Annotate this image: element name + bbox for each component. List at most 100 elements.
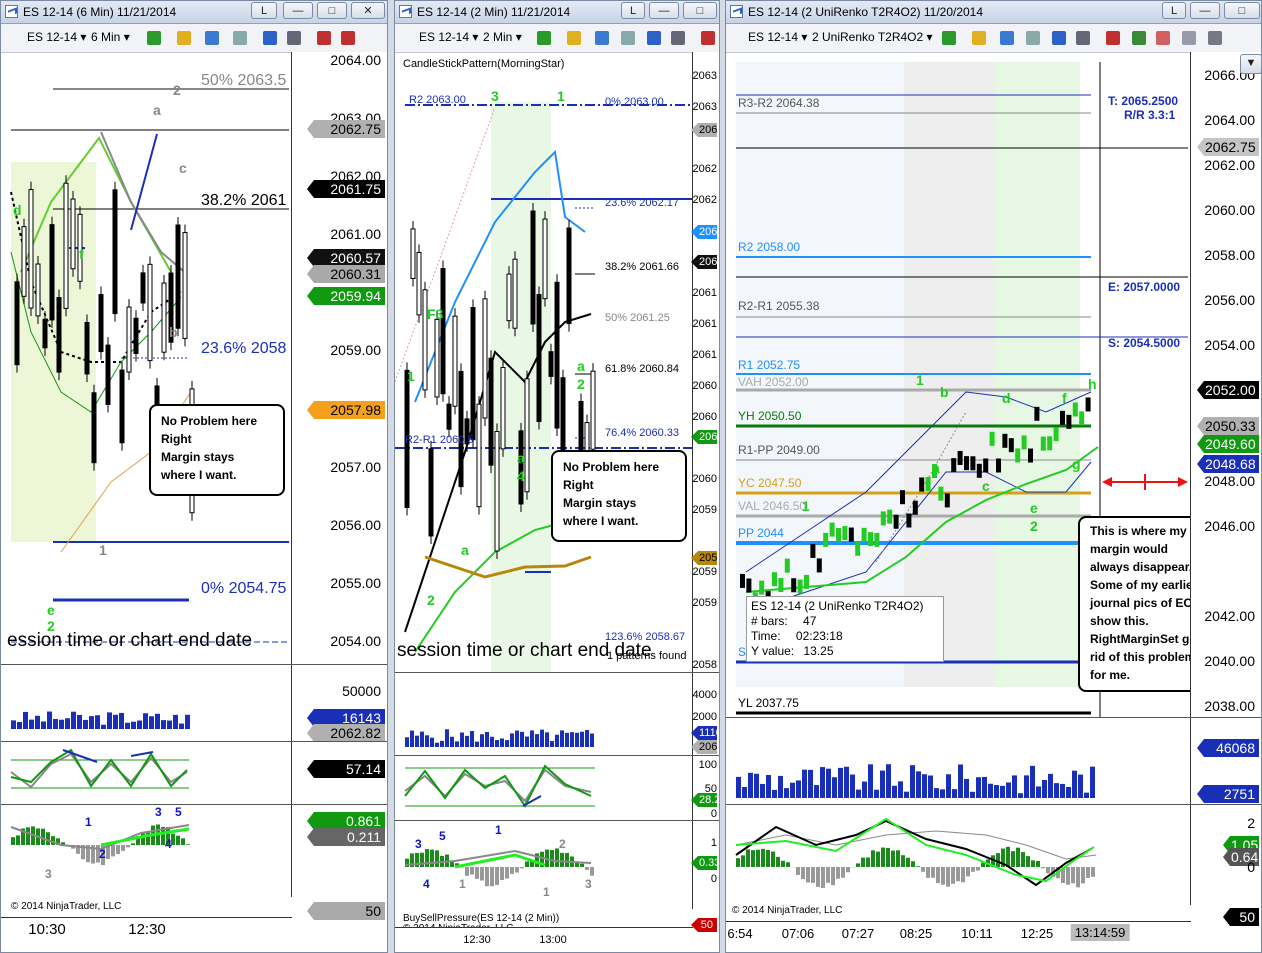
- time-axis[interactable]: 12:30 13:00: [395, 927, 693, 952]
- screenshot-icon[interactable]: [1208, 31, 1222, 45]
- scroll-down-button[interactable]: ▼: [1240, 54, 1261, 74]
- candle-body: [91, 392, 97, 464]
- macd-bar: [1031, 860, 1035, 867]
- minimize-button[interactable]: —: [283, 2, 313, 19]
- window-titlebar[interactable]: ES 12-14 (6 Min) 11/21/2014 L — □ ✕: [1, 1, 387, 24]
- interval-select[interactable]: 2 UniRenko T2R4O2 ▾: [812, 30, 933, 44]
- bar-type-icon[interactable]: [942, 31, 956, 45]
- search-icon[interactable]: [1076, 31, 1090, 45]
- instrument-select[interactable]: ES 12-14 ▾: [419, 30, 478, 44]
- renko-bar: [919, 477, 925, 492]
- zoom-icon[interactable]: [1026, 31, 1040, 45]
- chevron-down-icon: ▾: [926, 30, 933, 44]
- properties-icon[interactable]: [647, 31, 661, 45]
- crosshair-icon[interactable]: [1000, 31, 1014, 45]
- close-button[interactable]: ✕: [351, 2, 385, 19]
- macd-bar: [1066, 867, 1070, 885]
- interval-select[interactable]: 6 Min ▾: [91, 30, 130, 44]
- renko-bar: [964, 456, 969, 471]
- price-axis[interactable]: 2063 2063 2062 2062 2061 2061 2061 2060 …: [691, 52, 719, 672]
- price-axis[interactable]: 2066.00 2064.00 2062.00 2060.00 2058.00 …: [1190, 52, 1261, 717]
- axis-tick: 0: [1247, 859, 1255, 875]
- candle-body: [512, 258, 518, 329]
- maximize-button[interactable]: □: [1224, 2, 1260, 19]
- instrument-select[interactable]: ES 12-14 ▾: [748, 30, 807, 44]
- strategy-icon[interactable]: [1132, 31, 1146, 45]
- price-axis[interactable]: 2064.00 2063.00 2062.00 2061.00 2059.00 …: [291, 52, 387, 664]
- zoom-icon[interactable]: [621, 31, 635, 45]
- indicators-icon[interactable]: [1106, 31, 1120, 45]
- fib-label: 50% 2061.25: [605, 312, 670, 324]
- bar-type-icon[interactable]: [147, 31, 161, 45]
- pencil-icon[interactable]: [177, 31, 191, 45]
- candle-body: [161, 282, 167, 353]
- window-titlebar[interactable]: ES 12-14 (2 UniRenko T2R4O2) 11/20/2014 …: [726, 1, 1261, 24]
- macd-label: 4: [165, 837, 172, 851]
- macd-bar: [956, 867, 960, 882]
- price-panel[interactable]: R3-R2 2064.38 R2 2058.00 R2-R1 2055.38 R…: [726, 52, 1261, 717]
- macd-panel[interactable]: 1 2 3 4 5 3 0.861 0.211 50 © 2014 NinjaT…: [1, 805, 387, 920]
- wave-label: d: [1002, 390, 1011, 406]
- volume-panel[interactable]: 50000 16143 2062.82: [1, 665, 387, 742]
- pencil-icon[interactable]: [972, 31, 986, 45]
- link-button[interactable]: L: [1162, 2, 1186, 19]
- wave-label: h: [1088, 376, 1097, 392]
- time-axis[interactable]: 10:30 12:30: [1, 917, 292, 952]
- level-label: YC 2047.50: [738, 476, 802, 490]
- bar: [940, 789, 945, 798]
- stochastic-panel[interactable]: 100 50 28.2 0: [395, 756, 719, 820]
- minimize-button[interactable]: —: [649, 2, 679, 19]
- price-panel[interactable]: 50% 2063.5 38.2% 2061 23.6% 2058 0% 2054…: [1, 52, 387, 664]
- chart-style-icon[interactable]: [1156, 31, 1170, 45]
- bar: [83, 719, 88, 729]
- link-button[interactable]: L: [251, 2, 277, 19]
- minimize-button[interactable]: —: [1190, 2, 1220, 19]
- instrument-select[interactable]: ES 12-14 ▾: [27, 30, 86, 44]
- renko-bar: [1066, 414, 1072, 429]
- bar: [874, 789, 879, 798]
- chart-window-6min[interactable]: ES 12-14 (6 Min) 11/21/2014 L — □ ✕ ES 1…: [0, 0, 388, 953]
- bar: [440, 740, 444, 747]
- pencil-icon[interactable]: [567, 31, 581, 45]
- properties-icon[interactable]: [263, 31, 277, 45]
- crosshair-icon[interactable]: [595, 31, 609, 45]
- zoom-icon[interactable]: [233, 31, 247, 45]
- bar: [760, 783, 765, 798]
- macd-bar: [961, 867, 965, 883]
- window-titlebar[interactable]: ES 12-14 (2 Min) 11/21/2014 L — □: [395, 1, 719, 24]
- macd-panel[interactable]: 3 5 1 2 4 1 1 3 1 0.33 0 50 BuySellPress…: [395, 821, 719, 934]
- candle-body: [35, 263, 41, 317]
- bar: [77, 714, 82, 729]
- bar: [71, 711, 76, 729]
- bar: [525, 736, 529, 747]
- maximize-button[interactable]: □: [683, 2, 717, 19]
- axis-tick: 2042.00: [1204, 608, 1255, 624]
- data-box-icon[interactable]: [1182, 31, 1196, 45]
- crosshair-icon[interactable]: [205, 31, 219, 45]
- link-button[interactable]: L: [621, 2, 645, 19]
- search-icon[interactable]: [287, 31, 301, 45]
- bar: [886, 764, 891, 798]
- indicators-icon[interactable]: [701, 31, 715, 45]
- interval-select[interactable]: 2 Min ▾: [483, 30, 522, 44]
- search-icon[interactable]: [671, 31, 685, 45]
- chart-window-2min[interactable]: ES 12-14 (2 Min) 11/21/2014 L — □ ES 12-…: [394, 0, 720, 953]
- stochastic-panel[interactable]: 57.14: [1, 742, 387, 804]
- volume-panel[interactable]: 4000 2000 1110 2062: [395, 673, 719, 755]
- bar: [772, 789, 777, 798]
- time-axis[interactable]: 6:54 07:06 07:27 08:25 10:11 12:25 13:14…: [726, 921, 1191, 952]
- maximize-button[interactable]: □: [317, 2, 347, 19]
- strategy-icon[interactable]: [341, 31, 355, 45]
- properties-icon[interactable]: [1052, 31, 1066, 45]
- macd-label: 3: [155, 805, 162, 819]
- bar-type-icon[interactable]: [537, 31, 551, 45]
- volume-panel[interactable]: 46068 2751: [726, 718, 1261, 804]
- macd-panel[interactable]: 2 1.05 0.64 0 50 © 2014 NinjaTrader, LLC: [726, 805, 1261, 926]
- indicators-icon[interactable]: [317, 31, 331, 45]
- level-label: R3-R2 2064.38: [738, 96, 820, 110]
- macd-bar: [490, 867, 494, 887]
- macd-bar: [1016, 847, 1020, 867]
- macd-label: 5: [439, 829, 446, 843]
- price-panel[interactable]: CandleStickPattern(MorningStar) R2 2063.…: [395, 52, 719, 672]
- chart-window-unirenko[interactable]: ES 12-14 (2 UniRenko T2R4O2) 11/20/2014 …: [725, 0, 1262, 953]
